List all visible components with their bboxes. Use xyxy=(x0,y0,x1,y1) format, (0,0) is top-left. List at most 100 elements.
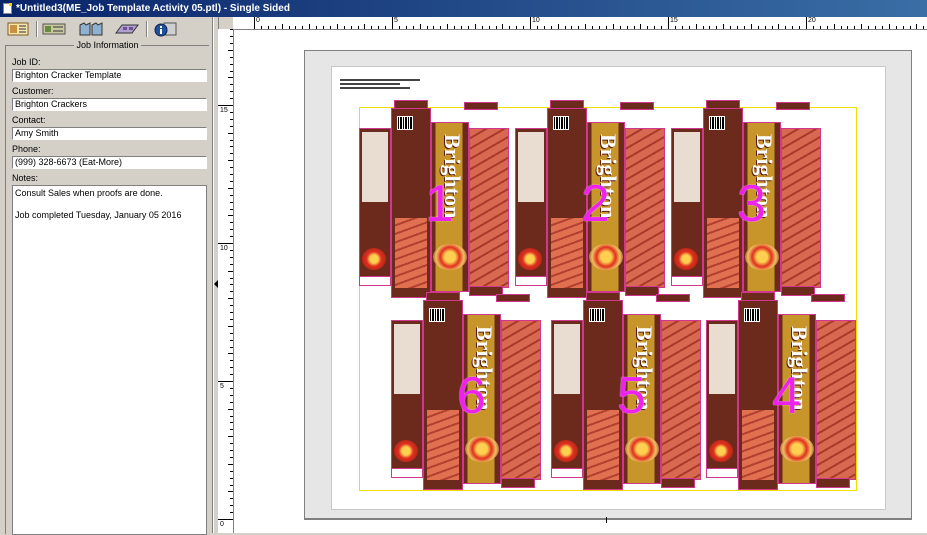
ruler-tick xyxy=(254,17,255,29)
job-id-field[interactable]: Brighton Cracker Template xyxy=(12,69,207,82)
ruler-tick xyxy=(230,470,233,472)
carton-die[interactable]: Brighton 2 xyxy=(515,100,665,298)
ruler-tick xyxy=(840,26,842,29)
carton-die[interactable]: Brighton 1 xyxy=(359,100,509,298)
ruler-tick xyxy=(281,24,283,29)
ruler-tick xyxy=(668,17,669,29)
carton-flap xyxy=(391,468,423,478)
horizontal-ruler[interactable]: 0510152025303540 xyxy=(233,17,927,30)
ruler-tick xyxy=(612,24,614,29)
ruler-tick xyxy=(230,305,233,307)
ruler-tick xyxy=(230,360,233,362)
ruler-tick xyxy=(230,291,233,293)
carton-flap xyxy=(661,478,695,488)
ruler-tick xyxy=(323,26,324,29)
ruler-tick xyxy=(716,26,718,29)
press-sheet-button[interactable] xyxy=(112,19,142,39)
ruler-tick xyxy=(647,26,649,29)
ruler-tick xyxy=(230,118,233,120)
ruler-tick xyxy=(688,26,690,29)
carton-flap xyxy=(781,286,815,296)
crackers-image xyxy=(394,440,418,462)
ruler-tick xyxy=(674,26,676,29)
layout-canvas[interactable]: Brighton 1 Brighton 2 Brighton 3 Brighton 6 Brig… xyxy=(234,30,927,533)
ruler-tick xyxy=(230,443,233,445)
ruler-tick xyxy=(895,26,897,29)
notes-label: Notes: xyxy=(12,173,39,183)
ruler-tick xyxy=(230,63,233,65)
ruler-tick xyxy=(230,153,233,155)
ruler-label: 5 xyxy=(220,383,224,390)
ruler-tick xyxy=(228,298,233,300)
ruler-tick xyxy=(230,125,233,127)
ruler-tick xyxy=(371,26,373,29)
carton-flap xyxy=(671,276,703,286)
ruler-tick xyxy=(426,26,428,29)
crackers-image xyxy=(674,248,698,270)
ruler-tick xyxy=(826,26,828,29)
ruler-tick xyxy=(378,26,380,29)
ruler-tick xyxy=(230,387,233,389)
ruler-tick xyxy=(230,374,233,376)
carton-number: 4 xyxy=(772,367,801,425)
carton-flap xyxy=(656,294,690,302)
notes-field[interactable]: Consult Sales when proofs are done. Job … xyxy=(12,185,207,535)
plate-image xyxy=(625,436,659,462)
press-sheet-icon xyxy=(115,24,139,34)
templates-button[interactable] xyxy=(76,19,106,39)
ruler-tick xyxy=(778,24,780,29)
ruler-tick xyxy=(467,26,469,29)
ruler-tick xyxy=(228,160,233,162)
ruler-tick xyxy=(230,498,233,500)
ruler-tick xyxy=(230,98,233,100)
ruler-tick xyxy=(343,26,345,29)
window-title: *Untitled3(ME_Job Template Activity 05.p… xyxy=(16,3,290,14)
customer-field[interactable]: Brighton Crackers xyxy=(12,98,207,111)
ruler-tick xyxy=(230,394,233,396)
ruler-label: 15 xyxy=(670,17,678,24)
contact-field[interactable]: Amy Smith xyxy=(12,127,207,140)
ruler-tick xyxy=(868,26,870,29)
ruler-tick xyxy=(454,26,456,29)
ruler-tick xyxy=(230,367,233,369)
job-info-button[interactable] xyxy=(4,19,34,39)
ruler-tick xyxy=(230,146,233,148)
phone-field[interactable]: (999) 328-6673 (Eat-More) xyxy=(12,156,207,169)
ruler-tick xyxy=(916,24,918,29)
ruler-tick xyxy=(230,284,233,286)
color-bar xyxy=(333,67,884,71)
marks-icon xyxy=(42,23,66,35)
info-button[interactable] xyxy=(150,19,180,39)
marks-button[interactable] xyxy=(40,19,70,39)
carton-die[interactable]: Brighton 3 xyxy=(671,100,821,298)
ruler-tick xyxy=(902,26,904,29)
ruler-tick xyxy=(723,24,725,29)
ruler-tick xyxy=(771,26,773,29)
ruler-tick xyxy=(888,24,890,29)
ruler-tick xyxy=(792,26,794,29)
notes-line: Consult Sales when proofs are done. xyxy=(15,188,163,198)
ruler-tick xyxy=(419,24,421,29)
carton-flap xyxy=(359,276,391,286)
carton-number: 5 xyxy=(617,367,646,425)
ruler-tick xyxy=(274,26,276,29)
ruler-tick xyxy=(530,17,531,29)
ruler-tick xyxy=(764,26,766,29)
vertical-ruler[interactable]: 051015202530 xyxy=(218,29,234,533)
ruler-tick xyxy=(481,26,483,29)
ruler-tick xyxy=(218,105,233,106)
plate-image xyxy=(589,244,623,270)
ruler-tick xyxy=(230,456,233,458)
ruler-tick xyxy=(350,26,352,29)
carton-number: 2 xyxy=(581,175,610,233)
carton-die[interactable]: Brighton 4 xyxy=(706,292,856,490)
carton-back-panel xyxy=(816,320,856,480)
carton-die[interactable]: Brighton 6 xyxy=(391,292,541,490)
carton-die[interactable]: Brighton 5 xyxy=(551,292,701,490)
ruler-tick xyxy=(230,201,233,203)
crackers-image xyxy=(362,248,386,270)
carton-number: 1 xyxy=(425,175,454,233)
carton-flap xyxy=(515,276,547,286)
carton-back-panel xyxy=(501,320,541,480)
ruler-tick xyxy=(228,49,233,51)
